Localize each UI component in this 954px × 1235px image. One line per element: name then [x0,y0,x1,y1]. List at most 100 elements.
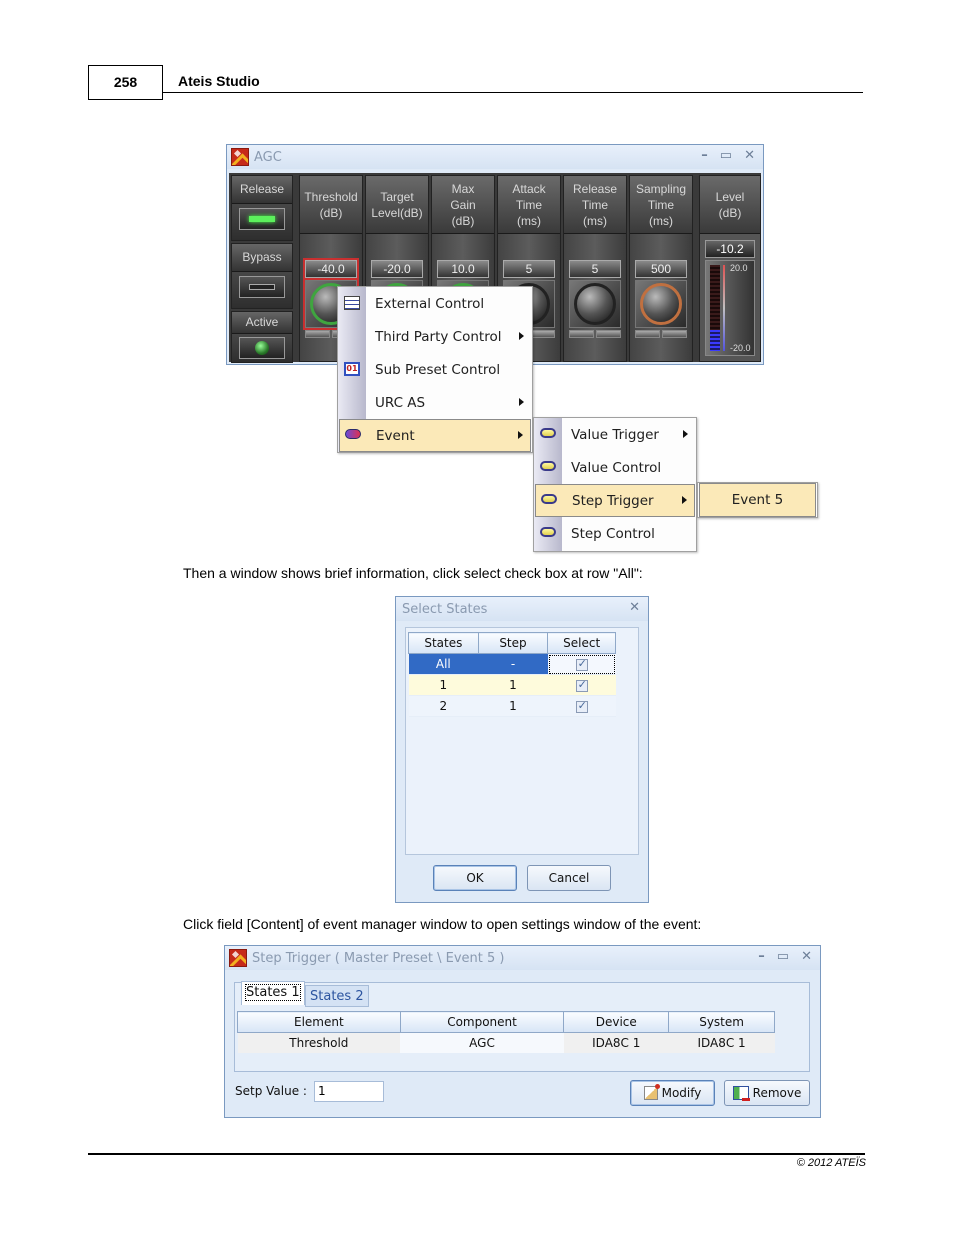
submenu-arrow-icon [683,430,688,438]
system-cell: IDA8C 1 [668,1032,775,1053]
step-up-button[interactable] [530,330,555,338]
menu-item-step-control[interactable]: Step Control [534,517,696,550]
level-meter-column: Level (dB) -10.2 20.0 -20.0 [699,175,761,362]
step-trigger-submenu: Event 5 [697,482,818,518]
column-header-step[interactable]: Step [477,632,549,654]
event-icon [345,429,361,439]
tab-states-2[interactable]: States 2 [305,985,369,1007]
bypass-button[interactable] [239,276,285,298]
menu-item-external-control[interactable]: External Control [338,287,532,320]
state-cell: All [408,653,479,675]
level-header: Level (dB) [700,176,760,234]
channel-header: Release Time (ms) [564,176,626,234]
menu-item-step-trigger[interactable]: Step Trigger [535,484,695,517]
step-up-button[interactable] [662,330,687,338]
channel-value[interactable]: 5 [503,260,555,278]
knob-icon[interactable] [574,283,616,325]
table-row[interactable]: 2 1 [408,695,616,717]
maximize-button[interactable]: ▭ [720,148,732,163]
context-menu: External Control Third Party Control 01 … [337,286,533,453]
step-down-button[interactable] [635,330,660,338]
column-header-component[interactable]: Component [399,1011,565,1033]
minimize-button[interactable]: – [758,949,765,964]
dialog-title: Select States [402,601,488,617]
state-cell: 1 [408,674,479,696]
element-table: Element Component Device System Threshol… [237,1011,775,1053]
maximize-button[interactable]: ▭ [777,949,789,964]
channel-header: Attack Time (ms) [498,176,560,234]
modify-button[interactable]: Modify [630,1080,715,1106]
states-tab-panel: States 1 States 2 Element Component Devi… [234,981,810,1072]
channel-value[interactable]: 5 [569,260,621,278]
level-meter: 20.0 -20.0 [705,260,755,356]
menu-item-label: Event [376,427,415,444]
event-type-icon [541,494,557,504]
step-down-button[interactable] [305,330,330,338]
bypass-led-icon [249,284,275,290]
submenu-arrow-icon [682,496,687,504]
menu-item-event-5[interactable]: Event 5 [699,483,816,517]
knob-steppers [635,330,687,338]
channel-column: Sampling Time (ms) 500 [629,175,693,362]
ok-button[interactable]: OK [433,865,517,891]
menu-item-urc-as[interactable]: URC AS [338,386,532,419]
select-checkbox[interactable] [575,678,588,692]
step-cell: 1 [478,674,548,696]
tab-states-1[interactable]: States 1 [241,981,305,1005]
menu-item-value-control[interactable]: Value Control [534,451,696,484]
select-cell [547,695,616,717]
step-trigger-title-bar: Step Trigger ( Master Preset \ Event 5 )… [225,946,820,970]
menu-item-third-party-control[interactable]: Third Party Control [338,320,532,353]
remove-button[interactable]: Remove [724,1080,810,1106]
channel-value[interactable]: 10.0 [437,260,489,278]
setp-value-input[interactable]: 1 [314,1081,384,1102]
instruction-text-1: Then a window shows brief information, c… [183,565,643,581]
channel-value[interactable]: -40.0 [303,258,359,280]
page-title: Ateis Studio [178,73,260,89]
submenu-arrow-icon [519,332,524,340]
minimize-button[interactable]: – [701,148,708,163]
menu-item-label: Step Control [571,525,655,542]
select-all-checkbox[interactable] [575,657,588,671]
table-row[interactable]: Threshold AGC IDA8C 1 IDA8C 1 [237,1032,775,1053]
select-cell [547,653,616,675]
step-down-button[interactable] [569,330,594,338]
menu-item-event[interactable]: Event [339,419,531,452]
states-grid-panel: States Step Select All - 1 1 2 [405,627,639,855]
app-logo-icon [229,949,247,967]
column-header-element[interactable]: Element [237,1011,401,1033]
knob-icon[interactable] [640,283,682,325]
modify-label: Modify [661,1086,702,1100]
close-button[interactable]: ✕ [801,949,812,964]
menu-item-label: Sub Preset Control [375,361,501,378]
select-checkbox[interactable] [575,699,588,713]
column-header-select[interactable]: Select [547,632,616,654]
setp-value-label: Setp Value : [235,1084,307,1098]
event-submenu: Value Trigger Value Control Step Trigger… [533,417,697,552]
cancel-button[interactable]: Cancel [527,865,611,891]
column-header-states[interactable]: States [408,632,479,654]
column-header-device[interactable]: Device [563,1011,670,1033]
select-states-title-bar: Select States ✕ [396,597,648,621]
release-button[interactable] [239,208,285,230]
step-up-button[interactable] [596,330,621,338]
meter-min-label: -20.0 [730,343,751,353]
meter-bar [710,265,720,351]
channel-value[interactable]: -20.0 [371,260,423,278]
table-row-all[interactable]: All - [408,653,616,675]
menu-item-label: Value Trigger [571,426,659,443]
component-cell: AGC [400,1032,564,1053]
close-button[interactable]: ✕ [629,600,640,615]
menu-item-sub-preset-control[interactable]: 01 Sub Preset Control [338,353,532,386]
bypass-label: Bypass [232,244,292,272]
state-cell: 2 [408,695,479,717]
step-trigger-window-title: Step Trigger ( Master Preset \ Event 5 ) [252,950,505,966]
column-header-system[interactable]: System [668,1011,775,1033]
release-label: Release [232,176,292,204]
menu-item-value-trigger[interactable]: Value Trigger [534,418,696,451]
channel-value[interactable]: 500 [635,260,687,278]
close-button[interactable]: ✕ [744,148,755,163]
table-row[interactable]: 1 1 [408,674,616,696]
event-type-icon [540,428,556,438]
page-number: 258 [88,65,163,100]
